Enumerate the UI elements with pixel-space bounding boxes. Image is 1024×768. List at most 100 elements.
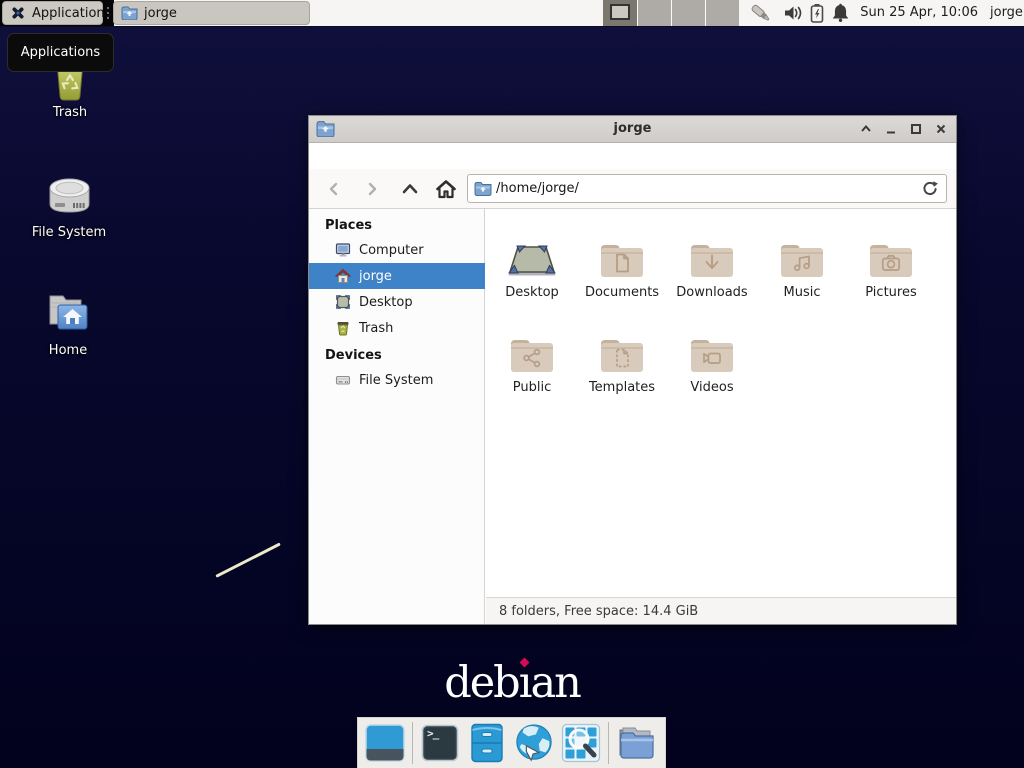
taskbar-window-label: jorge — [144, 6, 177, 21]
folder-item-label: Documents — [578, 285, 666, 300]
bell-icon[interactable] — [831, 3, 850, 23]
folder-item-downloads[interactable]: Downloads — [668, 224, 756, 300]
folder-icon — [778, 240, 826, 280]
folder-icon — [598, 335, 646, 375]
applications-menu-button[interactable]: Applications — [2, 1, 103, 25]
web-browser-icon[interactable] — [514, 723, 554, 763]
path-bar[interactable] — [467, 174, 947, 203]
folder-view[interactable]: Desktop Documents — [486, 209, 956, 597]
folder-icon — [121, 6, 138, 20]
folder-icon — [867, 240, 915, 280]
folder-item-label: Downloads — [668, 285, 756, 300]
folder-icon — [688, 335, 736, 375]
file-manager-icon[interactable] — [467, 723, 507, 763]
sidebar-item-label: Trash — [359, 321, 393, 336]
statusbar: 8 folders, Free space: 14.4 GiB — [486, 597, 956, 624]
folder-item-label: Videos — [668, 380, 756, 395]
sidebar-item-computer[interactable]: Computer — [309, 237, 485, 263]
maximize-button[interactable] — [909, 122, 923, 136]
folder-item-label: Music — [758, 285, 846, 300]
folder-icon — [598, 240, 646, 280]
workspace-3[interactable] — [671, 0, 705, 26]
top-panel: Applications jorge — [0, 0, 1024, 27]
desktop-icon-trash-label[interactable]: Trash — [5, 105, 135, 120]
close-button[interactable] — [934, 122, 948, 136]
stylus-icon[interactable] — [749, 2, 773, 24]
trash-small-icon — [335, 320, 351, 336]
devices-header: Devices — [309, 345, 485, 367]
sidebar-item-label: Computer — [359, 243, 424, 258]
desktop-icon-filesystem-label[interactable]: File System — [4, 225, 134, 240]
desktop-small-icon — [335, 294, 351, 310]
up-button[interactable] — [396, 175, 424, 203]
folder-icon — [508, 335, 556, 375]
reload-icon[interactable] — [921, 180, 939, 198]
share-emblem-icon — [522, 348, 542, 368]
folder-item-public[interactable]: Public — [488, 319, 576, 395]
taskbar-window-button[interactable]: jorge — [113, 1, 310, 25]
terminal-prompt-glyph: >_ — [427, 727, 438, 740]
sidebar-item-trash[interactable]: Trash — [309, 315, 485, 341]
forward-button[interactable] — [358, 175, 386, 203]
tooltip-text: Applications — [21, 45, 100, 60]
panel-clock[interactable]: Sun 25 Apr, 10:06 — [856, 0, 978, 26]
folder-item-videos[interactable]: Videos — [668, 319, 756, 395]
download-emblem-icon — [702, 253, 722, 273]
show-desktop-icon[interactable] — [365, 723, 405, 763]
path-input[interactable] — [496, 176, 916, 201]
workspace-2[interactable] — [637, 0, 671, 26]
app-finder-icon[interactable] — [561, 723, 601, 763]
workspace-1[interactable] — [603, 0, 637, 26]
window-controls — [859, 116, 948, 142]
xfce-logo-icon — [10, 5, 26, 21]
terminal-icon[interactable]: >_ — [420, 723, 460, 763]
panel-handle[interactable] — [106, 6, 110, 20]
sidebar-item-label: jorge — [359, 269, 392, 284]
places-header: Places — [309, 215, 485, 237]
workspace-window-thumb — [610, 4, 630, 20]
statusbar-text: 8 folders, Free space: 14.4 GiB — [499, 604, 698, 619]
dock-panel: >_ — [357, 717, 666, 768]
template-emblem-icon — [612, 348, 632, 368]
folder-item-music[interactable]: Music — [758, 224, 846, 300]
hard-drive-icon — [46, 172, 93, 218]
folder-item-label: Public — [488, 380, 576, 395]
sidebar-item-label: Desktop — [359, 295, 413, 310]
home-icon — [335, 268, 351, 284]
desktop-icon-filesystem[interactable] — [46, 172, 93, 218]
applications-menu-label: Applications — [32, 6, 111, 21]
folder-item-desktop[interactable]: Desktop — [488, 224, 576, 300]
dock-separator — [412, 722, 413, 764]
cursor-trail-artifact — [215, 542, 281, 577]
back-button[interactable] — [320, 175, 348, 203]
folder-item-pictures[interactable]: Pictures — [847, 224, 935, 300]
desktop: Applications jorge — [0, 0, 1024, 768]
sidebar-item-jorge[interactable]: jorge — [309, 263, 485, 289]
folder-item-documents[interactable]: Documents — [578, 224, 666, 300]
desktop-icon-home[interactable] — [45, 291, 91, 335]
sidebar-item-filesystem[interactable]: File System — [309, 367, 485, 393]
home-button[interactable] — [432, 175, 460, 203]
computer-icon — [335, 242, 351, 258]
sidebar-item-desktop[interactable]: Desktop — [309, 289, 485, 315]
path-folder-icon — [474, 181, 492, 196]
music-emblem-icon — [792, 253, 812, 273]
shade-button[interactable] — [859, 122, 873, 136]
document-emblem-icon — [612, 253, 632, 273]
workspace-switcher[interactable] — [603, 0, 739, 26]
workspace-4[interactable] — [705, 0, 739, 26]
applications-tooltip: Applications — [7, 33, 114, 72]
folder-item-templates[interactable]: Templates — [578, 319, 666, 395]
folder-item-label: Pictures — [847, 285, 935, 300]
video-emblem-icon — [702, 348, 722, 368]
window-titlebar[interactable]: jorge — [309, 116, 956, 143]
folder-item-label: Templates — [578, 380, 666, 395]
volume-icon[interactable] — [783, 4, 804, 22]
sidebar: Places Computer — [309, 209, 485, 624]
sidebar-item-label: File System — [359, 373, 433, 388]
battery-icon[interactable] — [810, 3, 824, 23]
desktop-icon-home-label[interactable]: Home — [3, 343, 133, 358]
folder-shortcut-icon[interactable] — [616, 723, 656, 763]
panel-username[interactable]: jorge — [990, 0, 1023, 26]
minimize-button[interactable] — [884, 122, 898, 136]
